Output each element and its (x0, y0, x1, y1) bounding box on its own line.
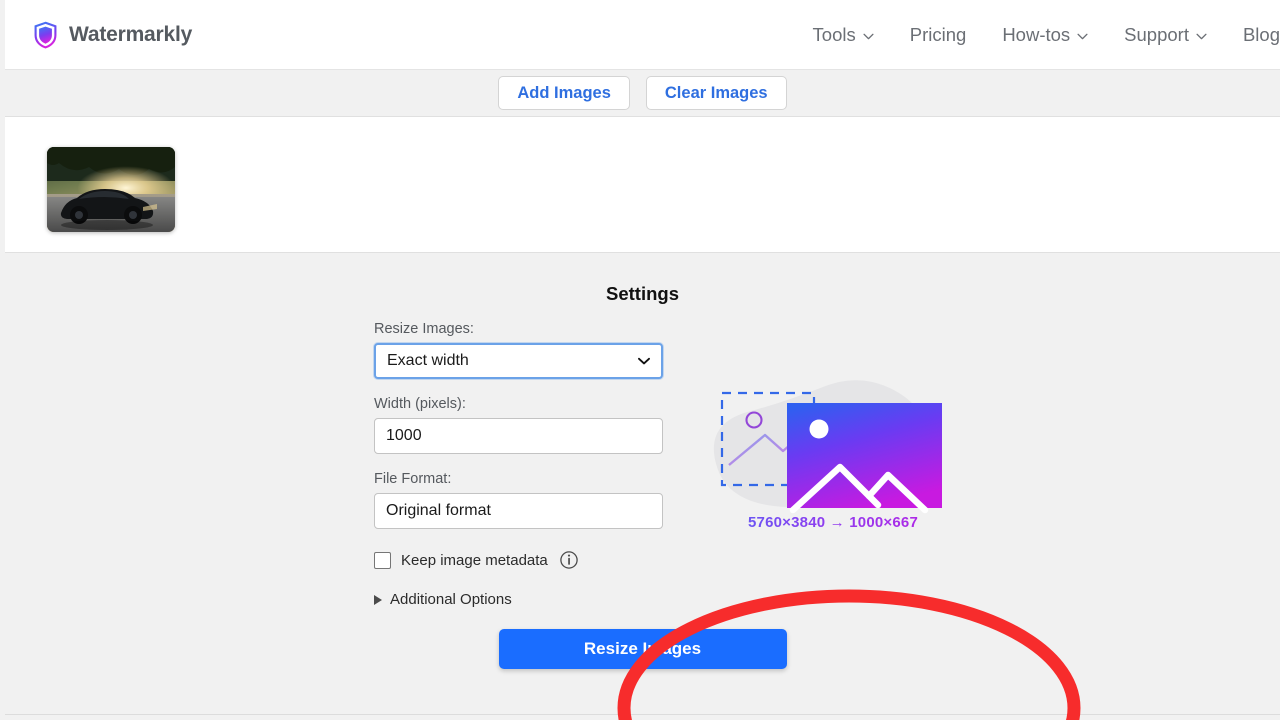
submit-row: Resize Images (5, 629, 1280, 669)
nav-item-label: Support (1124, 23, 1189, 45)
page-title: Settings (606, 283, 679, 304)
chevron-down-icon (863, 30, 874, 40)
width-input-value: 1000 (386, 427, 422, 444)
nav-item-label: Tools (812, 23, 856, 45)
nav-item-label: Blog (1242, 23, 1280, 45)
width-input[interactable]: 1000 (374, 418, 663, 454)
nav-item-pricing[interactable]: Pricing (892, 24, 985, 46)
settings-form: Resize Images: Exact width Width (pixels… (374, 321, 663, 608)
app-page: Watermarkly Tools Pricing How-tos Suppor… (0, 0, 1280, 720)
brand-name: Watermarkly (69, 22, 193, 46)
keep-metadata-checkbox[interactable] (374, 551, 391, 569)
brand-logo-link[interactable]: Watermarkly (33, 21, 192, 49)
nav-item-tools[interactable]: Tools (795, 24, 892, 46)
nav-item-label: How-tos (1002, 23, 1071, 45)
preview-dimensions-text: 5760×3840 → 1000×667 (673, 514, 993, 531)
thumbnail-item[interactable] (47, 147, 175, 232)
nav-item-support[interactable]: Support (1106, 24, 1225, 46)
file-format-select[interactable]: Original format (374, 493, 663, 529)
nav-links: Tools Pricing How-tos Support Blog (795, 24, 1280, 46)
additional-options-label: Additional Options (390, 591, 512, 608)
thumbnail-strip (5, 117, 1280, 253)
chevron-down-icon (1196, 30, 1207, 40)
triangle-right-icon (374, 594, 382, 605)
resize-mode-select[interactable]: Exact width (374, 343, 663, 379)
nav-item-blog[interactable]: Blog (1225, 24, 1280, 46)
keep-metadata-row: Keep image metadata (374, 551, 663, 569)
shield-icon (33, 21, 58, 49)
file-format-value: Original format (386, 502, 491, 519)
file-format-label: File Format: (374, 471, 452, 487)
images-toolbar: Add Images Clear Images (5, 70, 1280, 117)
resize-images-button[interactable]: Resize Images (498, 629, 787, 669)
nav-item-label: Pricing (909, 23, 967, 45)
resize-preview-graphic: 5760×3840 → 1000×667 (673, 371, 993, 551)
settings-panel: Settings Resize Images: Exact width Widt… (5, 253, 1280, 720)
keep-metadata-label[interactable]: Keep image metadata (401, 552, 548, 569)
width-pixels-label: Width (pixels): (374, 396, 466, 412)
chevron-down-icon (1077, 30, 1088, 40)
add-images-button[interactable]: Add Images (498, 75, 630, 111)
resize-images-label: Resize Images: (374, 321, 474, 337)
car-photo-thumbnail (47, 147, 175, 232)
clear-images-button[interactable]: Clear Images (645, 75, 787, 111)
info-icon[interactable] (558, 551, 578, 569)
resize-mode-value: Exact width (387, 352, 469, 369)
top-navigation-bar: Watermarkly Tools Pricing How-tos Suppor… (5, 0, 1280, 70)
nav-item-how-tos[interactable]: How-tos (984, 24, 1106, 46)
additional-options-toggle[interactable]: Additional Options (374, 591, 663, 608)
